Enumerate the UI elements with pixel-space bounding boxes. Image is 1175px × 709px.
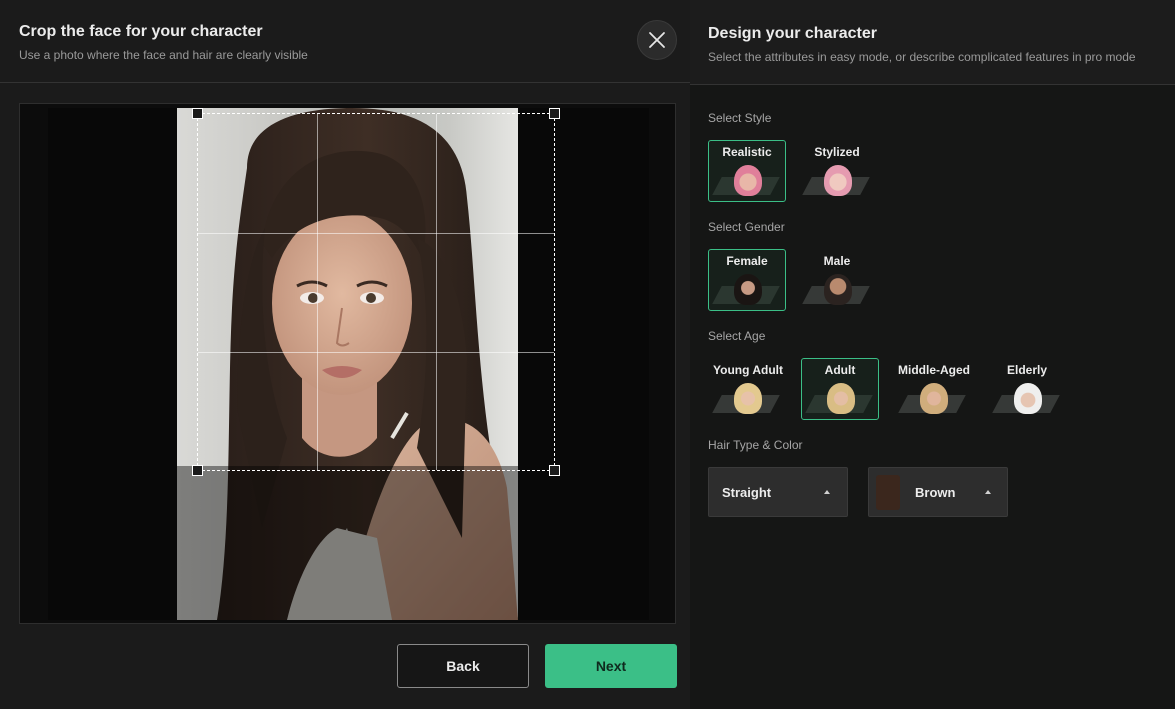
close-icon bbox=[649, 32, 665, 48]
crop-modal: Crop the face for your character Use a p… bbox=[0, 0, 690, 709]
age-option-elderly[interactable]: Elderly bbox=[988, 358, 1066, 420]
hair-type-select[interactable]: Straight bbox=[708, 467, 848, 517]
realistic-avatar-icon bbox=[734, 165, 762, 196]
hair-section-label: Hair Type & Color bbox=[708, 438, 803, 452]
hair-color-select[interactable]: Brown bbox=[868, 467, 1008, 517]
option-label: Male bbox=[823, 254, 851, 268]
gender-section-label: Select Gender bbox=[708, 220, 785, 234]
option-label: Realistic bbox=[722, 145, 772, 159]
crop-handle-top-right[interactable] bbox=[549, 108, 560, 119]
option-label: Middle-Aged bbox=[898, 363, 970, 377]
hair-color-swatch bbox=[876, 475, 900, 510]
next-button[interactable]: Next bbox=[545, 644, 677, 688]
age-option-adult[interactable]: Adult bbox=[801, 358, 879, 420]
adult-avatar-icon bbox=[827, 383, 855, 414]
crop-grid-line bbox=[198, 233, 554, 234]
option-label: Female bbox=[726, 254, 768, 268]
design-subtitle: Select the attributes in easy mode, or d… bbox=[708, 50, 1136, 64]
option-label: Elderly bbox=[1006, 363, 1048, 377]
age-option-middle-aged[interactable]: Middle-Aged bbox=[894, 358, 974, 420]
age-option-young-adult[interactable]: Young Adult bbox=[708, 358, 788, 420]
elderly-avatar-icon bbox=[1014, 383, 1042, 414]
middle-aged-avatar-icon bbox=[920, 383, 948, 414]
style-section-label: Select Style bbox=[708, 111, 772, 125]
female-avatar-icon bbox=[734, 274, 762, 305]
crop-dim-overlay bbox=[177, 466, 518, 620]
male-avatar-icon bbox=[824, 274, 852, 305]
stylized-avatar-icon bbox=[824, 165, 852, 196]
crop-area bbox=[19, 103, 676, 624]
crop-handle-top-left[interactable] bbox=[192, 108, 203, 119]
style-option-realistic[interactable]: Realistic bbox=[708, 140, 786, 202]
crop-canvas bbox=[48, 108, 649, 620]
crop-subtitle: Use a photo where the face and hair are … bbox=[19, 48, 308, 62]
gender-option-male[interactable]: Male bbox=[798, 249, 876, 311]
hair-color-value: Brown bbox=[915, 485, 956, 500]
design-panel: Design your character Select the attribu… bbox=[690, 0, 1175, 709]
crop-handle-bottom-left[interactable] bbox=[192, 465, 203, 476]
caret-up-icon bbox=[985, 490, 991, 494]
crop-grid-line bbox=[317, 114, 318, 470]
crop-handle-bottom-right[interactable] bbox=[549, 465, 560, 476]
design-header: Design your character Select the attribu… bbox=[690, 0, 1175, 85]
close-button[interactable] bbox=[637, 20, 677, 60]
young-adult-avatar-icon bbox=[734, 383, 762, 414]
hair-type-value: Straight bbox=[722, 485, 772, 500]
crop-grid-line bbox=[436, 114, 437, 470]
style-option-stylized[interactable]: Stylized bbox=[798, 140, 876, 202]
crop-selection-box[interactable] bbox=[192, 108, 560, 476]
crop-grid-line bbox=[198, 352, 554, 353]
back-button[interactable]: Back bbox=[397, 644, 529, 688]
crop-title: Crop the face for your character bbox=[19, 23, 263, 40]
gender-option-female[interactable]: Female bbox=[708, 249, 786, 311]
age-section-label: Select Age bbox=[708, 329, 766, 343]
crop-header: Crop the face for your character Use a p… bbox=[0, 0, 690, 83]
caret-up-icon bbox=[824, 490, 830, 494]
option-label: Stylized bbox=[814, 145, 860, 159]
option-label: Adult bbox=[824, 363, 856, 377]
design-title: Design your character bbox=[708, 25, 877, 42]
option-label: Young Adult bbox=[713, 363, 783, 377]
